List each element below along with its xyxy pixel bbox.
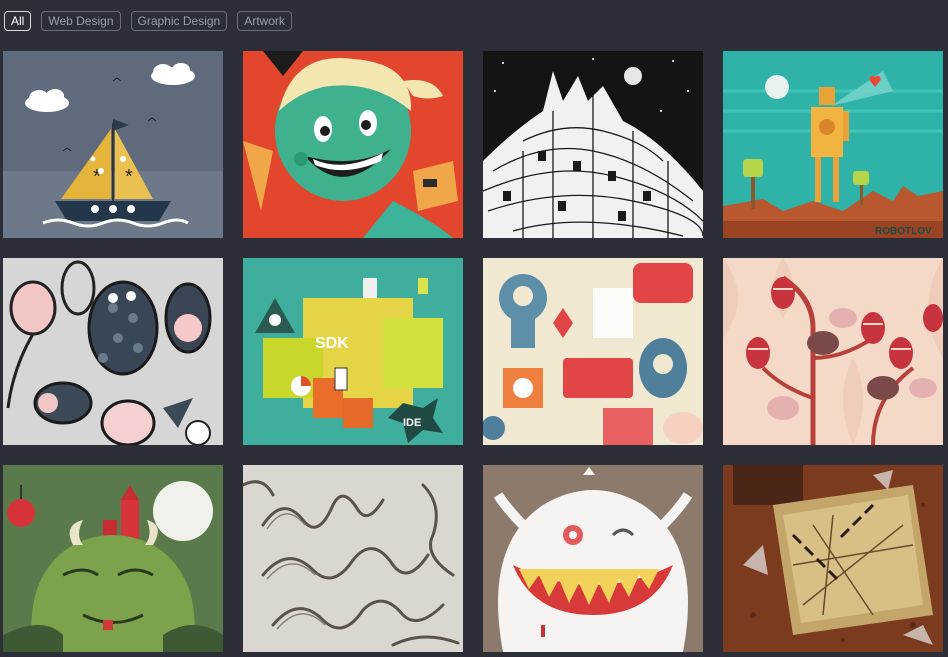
filter-graphic-design-button[interactable]: Graphic Design — [130, 11, 228, 31]
ide-label: IDE — [403, 417, 421, 429]
birds-eggs-illustration — [723, 258, 943, 445]
sdk-label: SDK — [315, 335, 349, 352]
ink-city-illustration — [483, 51, 703, 238]
robot-flower-illustration: ROBOTLOV — [723, 51, 943, 238]
sailboat-illustration: * * — [3, 51, 223, 238]
portfolio-grid: * * ROBOTLOV SDK IDE — [3, 51, 943, 652]
sdk-machine-illustration: SDK IDE — [243, 258, 463, 445]
portfolio-item-sailboat[interactable]: * * — [3, 51, 223, 238]
doodle-monsters-illustration — [3, 258, 223, 445]
portfolio-item-white-monster[interactable] — [483, 465, 703, 652]
robot-pattern-illustration — [483, 258, 703, 445]
portfolio-item-green-monster[interactable] — [3, 465, 223, 652]
portfolio-item-doodle-monsters[interactable] — [3, 258, 223, 445]
svg-text:*: * — [125, 166, 133, 188]
filter-artwork-button[interactable]: Artwork — [237, 11, 292, 31]
filter-web-design-button[interactable]: Web Design — [41, 11, 121, 31]
girl-ice-cream-illustration — [243, 51, 463, 238]
portfolio-item-ink-city[interactable] — [483, 51, 703, 238]
portfolio-item-girl-ice-cream[interactable] — [243, 51, 463, 238]
robot-signature: ROBOTLOV — [875, 226, 932, 237]
portfolio-item-birds-eggs[interactable] — [723, 258, 943, 445]
filter-bar: All Web Design Graphic Design Artwork — [4, 10, 292, 32]
broken-glass-illustration — [723, 465, 943, 652]
filter-all-button[interactable]: All — [4, 11, 32, 31]
portfolio-item-ribbon-lettering[interactable] — [243, 465, 463, 652]
ribbon-lettering-illustration — [243, 465, 463, 652]
portfolio-item-robot-pattern[interactable] — [483, 258, 703, 445]
portfolio-item-robot-flower[interactable]: ROBOTLOV — [723, 51, 943, 238]
white-monster-illustration — [483, 465, 703, 652]
portfolio-item-broken-glass[interactable] — [723, 465, 943, 652]
green-monster-illustration — [3, 465, 223, 652]
portfolio-item-sdk-machine[interactable]: SDK IDE — [243, 258, 463, 445]
